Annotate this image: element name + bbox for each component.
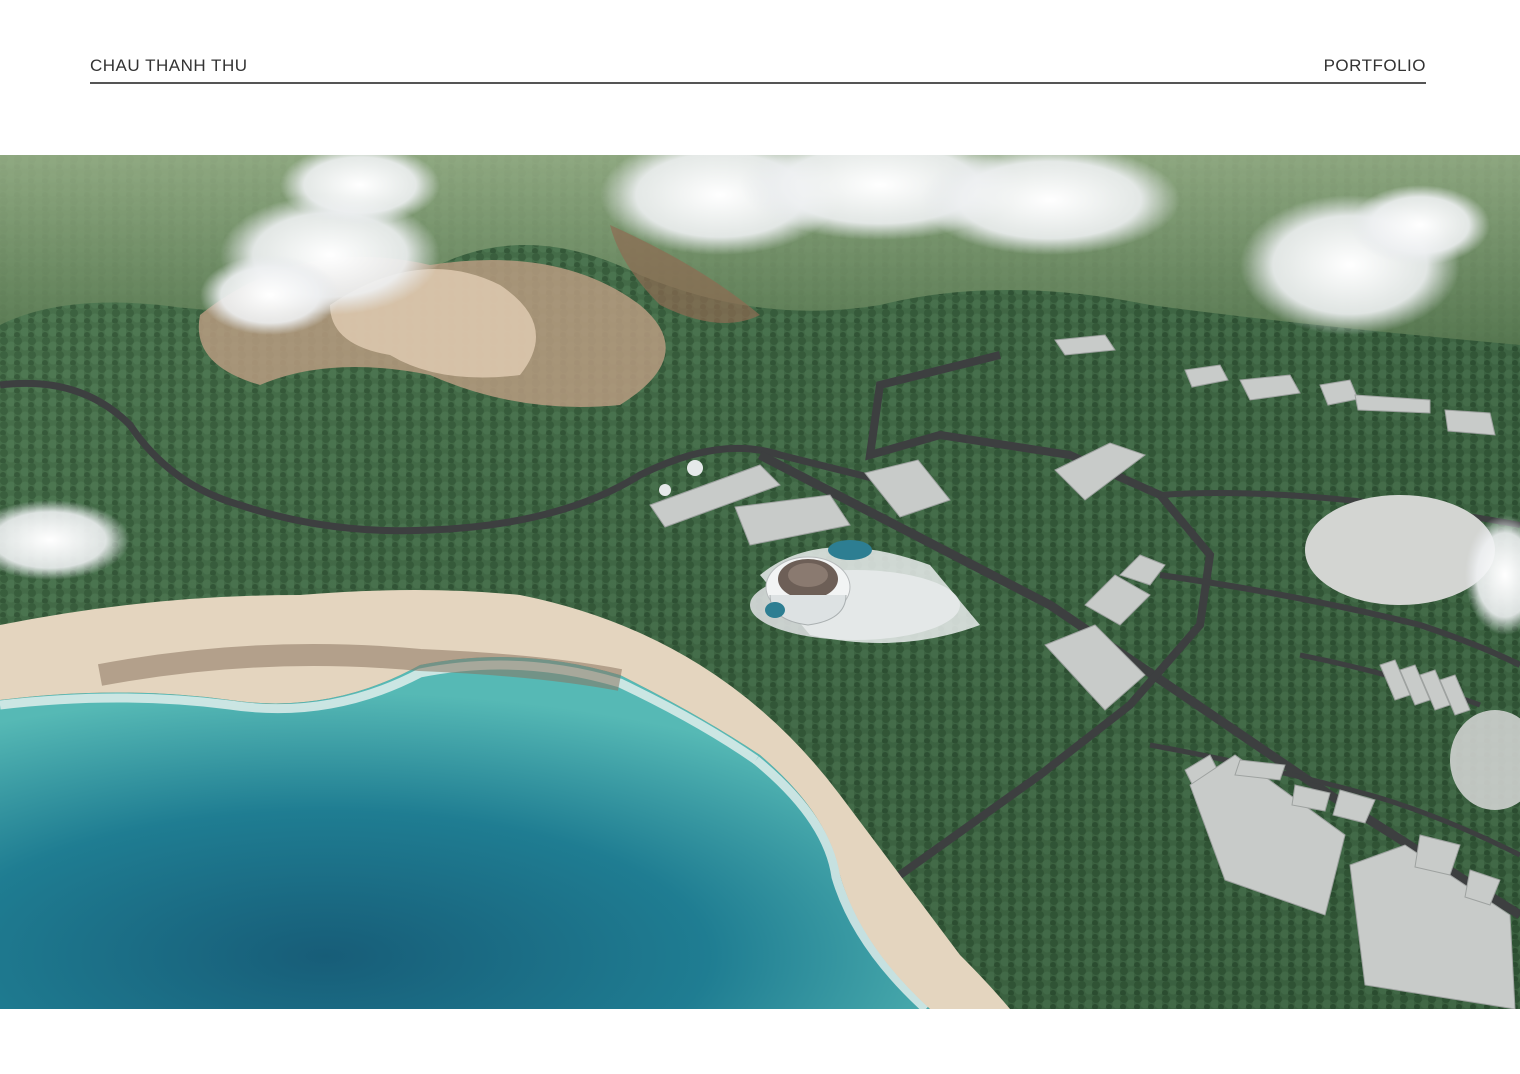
header-divider [90, 82, 1426, 84]
author-name: CHAU THANH THU [90, 56, 248, 75]
portfolio-label: PORTFOLIO [1323, 56, 1426, 75]
aerial-site-render [0, 155, 1520, 1009]
